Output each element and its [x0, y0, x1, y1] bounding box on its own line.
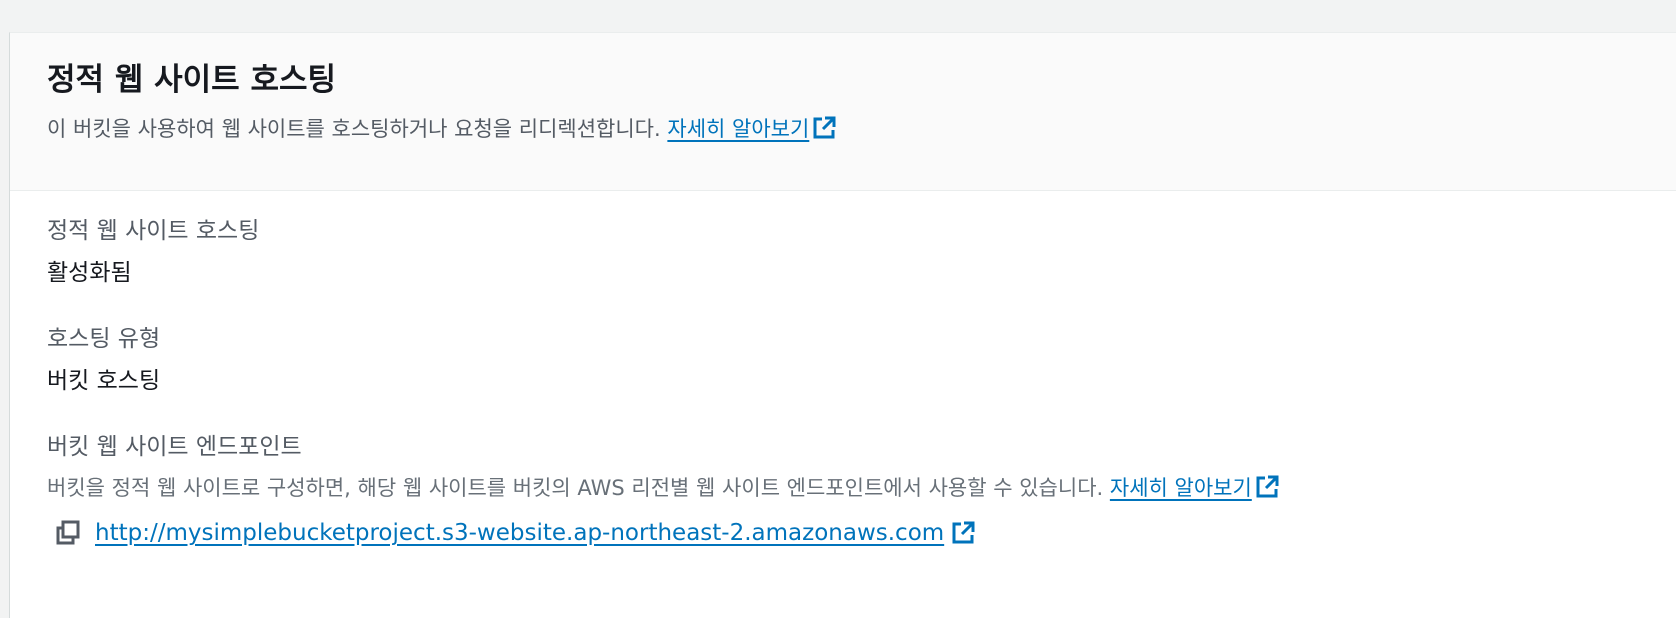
copy-icon[interactable] — [53, 518, 83, 548]
panel-description-text: 이 버킷을 사용하여 웹 사이트를 호스팅하거나 요청을 리디렉션합니다. — [47, 117, 661, 141]
field-label-hosting-type: 호스팅 유형 — [47, 326, 161, 352]
field-endpoint: 버킷 웹 사이트 엔드포인트 버킷을 정적 웹 사이트로 구성하면, 해당 웹 … — [47, 431, 1676, 549]
field-description-endpoint: 버킷을 정적 웹 사이트로 구성하면, 해당 웹 사이트를 버킷의 AWS 리전… — [47, 473, 1676, 503]
panel-body: 정적 웹 사이트 호스팅 활성화됨 호스팅 유형 버킷 호스팅 버킷 웹 사이트… — [10, 191, 1676, 549]
field-hosting: 정적 웹 사이트 호스팅 활성화됨 — [47, 215, 1676, 289]
external-link-icon[interactable] — [950, 520, 976, 546]
endpoint-url-row: http://mysimplebucketproject.s3-website.… — [47, 517, 1676, 549]
external-link-icon[interactable] — [811, 115, 837, 141]
panel-header: 정적 웹 사이트 호스팅 이 버킷을 사용하여 웹 사이트를 호스팅하거나 요청… — [10, 33, 1676, 191]
static-website-hosting-panel: 정적 웹 사이트 호스팅 이 버킷을 사용하여 웹 사이트를 호스팅하거나 요청… — [9, 32, 1676, 618]
external-link-icon[interactable] — [1254, 474, 1280, 500]
endpoint-description-text: 버킷을 정적 웹 사이트로 구성하면, 해당 웹 사이트를 버킷의 AWS 리전… — [47, 476, 1104, 500]
learn-more-link[interactable]: 자세히 알아보기 — [667, 117, 809, 141]
field-hosting-type: 호스팅 유형 버킷 호스팅 — [47, 323, 1676, 397]
endpoint-url-link[interactable]: http://mysimplebucketproject.s3-website.… — [95, 517, 944, 549]
panel-description: 이 버킷을 사용하여 웹 사이트를 호스팅하거나 요청을 리디렉션합니다. 자세… — [47, 114, 1676, 144]
field-value-hosting-type: 버킷 호스팅 — [47, 368, 161, 394]
field-label-endpoint: 버킷 웹 사이트 엔드포인트 — [47, 434, 302, 460]
field-value-hosting: 활성화됨 — [47, 260, 132, 286]
panel-title: 정적 웹 사이트 호스팅 — [47, 62, 337, 98]
field-label-hosting: 정적 웹 사이트 호스팅 — [47, 218, 260, 244]
endpoint-learn-more-link[interactable]: 자세히 알아보기 — [1110, 476, 1252, 500]
